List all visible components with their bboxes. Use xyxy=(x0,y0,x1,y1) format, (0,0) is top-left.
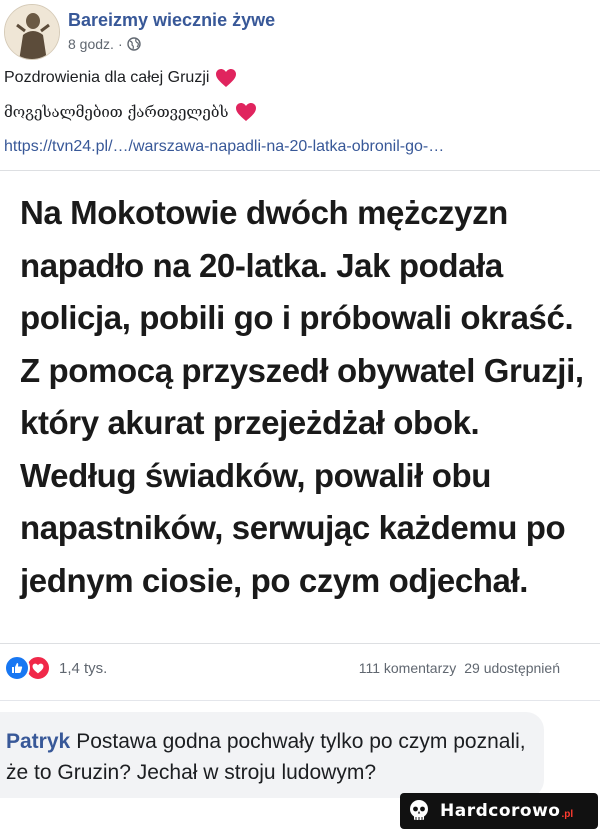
reactions-bar: 1,4 tys. 111 komentarzy 29 udostępnień xyxy=(0,652,600,688)
site-watermark: Hardcorowo .pl xyxy=(400,793,598,829)
post-text-line-2: მოგესალმებით ქართველებს xyxy=(4,102,257,122)
like-icon xyxy=(4,655,30,681)
comments-count[interactable]: 111 komentarzy xyxy=(359,660,457,676)
reactions-summary[interactable]: 1,4 tys. xyxy=(4,655,107,681)
globe-icon[interactable] xyxy=(126,37,141,51)
red-heart-icon xyxy=(216,69,237,87)
page-name[interactable]: Bareizmy wiecznie żywe xyxy=(68,10,275,31)
page-avatar[interactable] xyxy=(4,4,60,60)
shared-article-image[interactable]: Na Mokotowie dwóch mężczyzn napadło na 2… xyxy=(0,170,600,644)
post-text-line-1: Pozdrowienia dla całej Gruzji xyxy=(4,68,237,88)
watermark-text: Hardcorowo xyxy=(440,801,561,821)
avatar-figure-icon xyxy=(5,5,59,59)
skull-icon xyxy=(410,800,428,820)
greeting-polish: Pozdrowienia dla całej Gruzji xyxy=(4,69,210,86)
shares-count[interactable]: 29 udostępnień xyxy=(464,660,560,676)
divider xyxy=(0,700,600,701)
greeting-georgian: მოგესალმებით ქართველებს xyxy=(4,103,229,121)
watermark-suffix: .pl xyxy=(561,809,574,820)
red-heart-icon xyxy=(235,103,256,121)
engagement-stats: 111 komentarzy 29 udostępnień xyxy=(359,660,560,676)
reactions-count[interactable]: 1,4 tys. xyxy=(59,660,107,677)
comment-author[interactable]: Patryk xyxy=(6,730,70,753)
comment: Patryk Postawa godna pochwały tylko po cz… xyxy=(0,712,544,798)
comment-body: Patryk Postawa godna pochwały tylko po cz… xyxy=(6,726,546,788)
meta-separator: · xyxy=(117,36,123,52)
post-header: Bareizmy wiecznie żywe 8 godz. · xyxy=(4,4,594,60)
post-time[interactable]: 8 godz. xyxy=(68,36,114,52)
article-headline-text: Na Mokotowie dwóch mężczyzn napadło na 2… xyxy=(20,194,584,599)
article-link[interactable]: https://tvn24.pl/…/warszawa-napadli-na-2… xyxy=(4,138,444,156)
post-meta: 8 godz. · xyxy=(68,36,141,52)
comment-text: Postawa godna pochwały tylko po czym poz… xyxy=(6,730,526,784)
